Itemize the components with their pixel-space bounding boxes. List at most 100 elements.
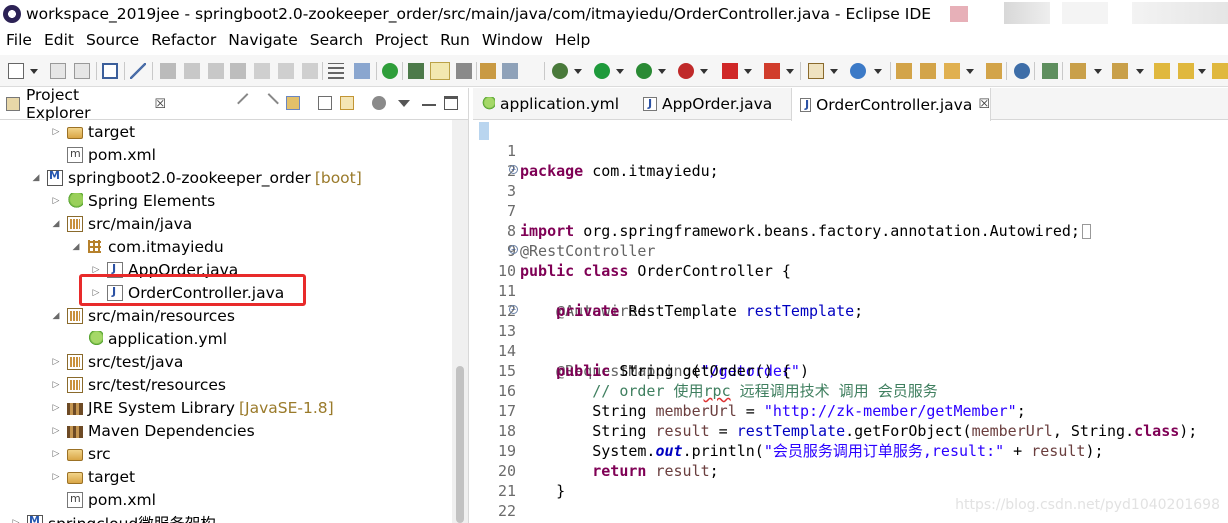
coverage-icon[interactable]	[636, 63, 652, 79]
step-into-icon[interactable]	[254, 63, 270, 79]
disconnect-icon[interactable]	[230, 63, 246, 79]
run-icon[interactable]	[594, 63, 610, 79]
debug-icon[interactable]	[552, 63, 568, 79]
fold-collapse-icon[interactable]: −	[509, 245, 518, 254]
expanded-twisty-icon[interactable]: ◢	[71, 242, 81, 252]
tree-item-src-main-resources[interactable]: ◢ src/main/resources	[51, 305, 235, 327]
menu-navigate[interactable]: Navigate	[222, 31, 304, 49]
relaunch-icon[interactable]	[764, 63, 780, 79]
tree-item-maven-dependencies[interactable]: ▷ Maven Dependencies	[51, 420, 255, 442]
tree-item-pom[interactable]: pom.xml	[67, 144, 156, 166]
tree-item-target-2[interactable]: ▷ target	[51, 466, 136, 488]
menu-edit[interactable]: Edit	[38, 31, 80, 49]
tree-item-target[interactable]: ▷ target	[51, 121, 136, 143]
last-edit-location-icon[interactable]	[1154, 63, 1170, 79]
run-dropdown-icon[interactable]	[616, 69, 624, 74]
collapsed-twisty-icon[interactable]: ▷	[51, 449, 61, 459]
maximize-view-icon[interactable]	[444, 96, 458, 110]
open-type-icon[interactable]	[896, 63, 912, 79]
word-wrap-icon[interactable]	[456, 63, 472, 79]
collapsed-twisty-icon[interactable]: ▷	[51, 380, 61, 390]
minimize-button[interactable]	[1004, 2, 1050, 24]
up-folder-icon[interactable]	[286, 96, 300, 110]
suspend-icon[interactable]	[184, 63, 200, 79]
close-window-button[interactable]	[1132, 2, 1228, 24]
show-whitespace-icon[interactable]	[502, 63, 518, 79]
toggle-highlight-icon[interactable]	[430, 62, 450, 80]
collapsed-twisty-icon[interactable]: ▷	[51, 357, 61, 367]
forward-icon[interactable]	[1212, 63, 1228, 79]
minimize-view-icon[interactable]	[422, 104, 436, 106]
back-icon[interactable]	[1178, 63, 1194, 79]
link-with-editor-icon[interactable]	[340, 96, 354, 110]
new-java-project-icon[interactable]	[808, 63, 824, 79]
tree-item-package[interactable]: ◢ com.itmayiedu	[71, 236, 224, 258]
expanded-twisty-icon[interactable]: ◢	[51, 311, 61, 321]
back-dropdown-icon[interactable]	[1198, 69, 1206, 74]
relaunch-dropdown-icon[interactable]	[786, 69, 794, 74]
coverage-dropdown-icon[interactable]	[658, 69, 666, 74]
tree-item-spring-elements[interactable]: ▷ Spring Elements	[51, 190, 216, 212]
tree-item-springcloud[interactable]: ▷ springcloud微服务架构	[11, 512, 216, 523]
debug-dropdown-icon[interactable]	[574, 69, 582, 74]
external-tools-dropdown-icon[interactable]	[700, 69, 708, 74]
close-tab-icon[interactable]: ☒	[154, 97, 166, 112]
use-step-filters-icon[interactable]	[328, 63, 344, 79]
menu-window[interactable]: Window	[476, 31, 549, 49]
collapsed-twisty-icon[interactable]: ▷	[51, 403, 61, 413]
tree-item-src-main-java[interactable]: ◢ src/main/java	[51, 213, 193, 235]
terminate-icon[interactable]	[208, 63, 224, 79]
close-tab-icon[interactable]: ☒	[978, 97, 990, 112]
tree-item-project-order[interactable]: ◢ springboot2.0-zookeeper_order [boot]	[31, 167, 362, 189]
collapsed-twisty-icon[interactable]: ▷	[51, 472, 61, 482]
menu-file[interactable]: File	[0, 31, 38, 49]
block-selection-icon[interactable]	[480, 63, 496, 79]
collapse-all-icon[interactable]	[318, 96, 332, 110]
back-arrow-icon[interactable]	[237, 93, 257, 113]
mark-occurrences-icon[interactable]	[408, 63, 424, 79]
maximize-button[interactable]	[1062, 2, 1108, 24]
stop-dropdown-icon[interactable]	[744, 69, 752, 74]
tree-item-src-test-java[interactable]: ▷ src/test/java	[51, 351, 184, 373]
new-class-dropdown-icon[interactable]	[874, 69, 882, 74]
filters-icon[interactable]	[372, 96, 386, 110]
tab-project-explorer[interactable]: Project Explorer ☒	[0, 86, 166, 122]
resume-icon[interactable]	[160, 63, 176, 79]
annotation-icon[interactable]	[1042, 63, 1058, 79]
previous-annotation-dropdown-icon[interactable]	[1136, 69, 1144, 74]
toggle-breadcrumb-icon[interactable]	[354, 63, 370, 79]
new-icon[interactable]	[8, 63, 24, 79]
next-annotation-dropdown-icon[interactable]	[1094, 69, 1102, 74]
spring-boot-dashboard-icon[interactable]	[382, 63, 398, 79]
save-icon[interactable]	[50, 63, 66, 79]
search-icon[interactable]	[944, 63, 960, 79]
expanded-twisty-icon[interactable]: ◢	[51, 219, 61, 229]
open-console-icon[interactable]	[102, 63, 118, 79]
save-all-icon[interactable]	[74, 63, 90, 79]
search-dropdown-icon[interactable]	[966, 69, 974, 74]
tab-application-yml[interactable]: application.yml	[473, 88, 631, 120]
collapsed-twisty-icon[interactable]: ▷	[51, 426, 61, 436]
pilcrow-icon[interactable]	[524, 63, 540, 79]
expanded-twisty-icon[interactable]: ◢	[31, 173, 41, 183]
tab-ordercontroller-java[interactable]: OrderController.java ☒	[791, 88, 991, 121]
tab-apporder-java[interactable]: AppOrder.java	[635, 88, 785, 120]
menu-run[interactable]: Run	[434, 31, 476, 49]
external-tools-icon[interactable]	[678, 63, 694, 79]
skip-breakpoints-icon[interactable]	[130, 63, 146, 79]
tree-item-jre-library[interactable]: ▷ JRE System Library [JavaSE-1.8]	[51, 397, 334, 419]
view-menu-icon[interactable]	[398, 100, 410, 107]
fold-expand-icon[interactable]: +	[509, 165, 518, 174]
step-return-icon[interactable]	[302, 63, 318, 79]
stop-icon[interactable]	[722, 63, 738, 79]
collapsed-twisty-icon[interactable]: ▷	[51, 127, 61, 137]
menu-source[interactable]: Source	[80, 31, 145, 49]
explorer-scrollbar[interactable]	[452, 120, 468, 523]
tree-item-src[interactable]: ▷ src	[51, 443, 111, 465]
step-over-icon[interactable]	[278, 63, 294, 79]
previous-annotation-icon[interactable]	[1112, 63, 1128, 79]
tree-item-application-yml[interactable]: application.yml	[87, 328, 227, 350]
fold-collapse-icon[interactable]: −	[509, 305, 518, 314]
tree-item-pom-2[interactable]: pom.xml	[67, 489, 156, 511]
next-annotation-icon[interactable]	[1070, 63, 1086, 79]
